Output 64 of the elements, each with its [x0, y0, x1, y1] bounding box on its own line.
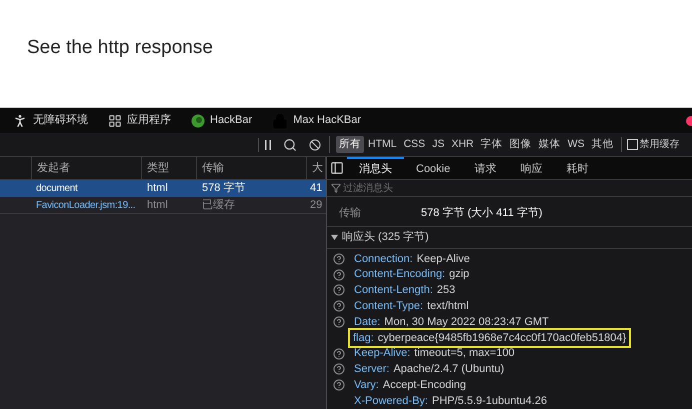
panel-toggle-icon[interactable] — [330, 161, 344, 175]
bookmark-item[interactable]: 应用程序 — [108, 112, 171, 129]
table-cell-text: 578 字节 — [201, 180, 246, 196]
filter-tab[interactable]: CSS — [400, 136, 428, 154]
section-header[interactable]: 响应头 (325 字节) — [327, 227, 692, 249]
request-row[interactable]: document html 578 字节 41 — [0, 180, 326, 197]
detail-tab[interactable]: 耗时 — [554, 157, 600, 179]
checkbox-label: 禁用缓存 — [640, 138, 680, 152]
checkbox[interactable] — [626, 139, 638, 150]
filter-tab[interactable]: HTML — [365, 136, 400, 154]
help-icon[interactable] — [333, 348, 345, 360]
detail-tab[interactable]: 响应 — [508, 157, 554, 179]
bookmark-item[interactable]: Max HacKBar — [272, 112, 362, 129]
help-icon[interactable] — [333, 284, 345, 296]
header-line: Content-Encoding: gzip — [354, 267, 470, 282]
filter-tab[interactable]: XHR — [448, 136, 477, 154]
request-row[interactable]: FaviconLoader.jsm:19... html 已缓存 29 — [0, 197, 326, 214]
table-cell-text: 41 — [309, 181, 324, 196]
bookmark-item[interactable]: 无障碍环境 — [12, 112, 88, 129]
header-line: Server: Apache/2.4.7 (Ubuntu) — [354, 362, 504, 378]
filter-field[interactable]: 过滤消息头 — [327, 180, 692, 197]
header-line: Date: Mon, 30 May 2022 08:23:47 GMT — [354, 314, 549, 330]
header-line: Keep-Alive: timeout=5, max=100 — [354, 346, 515, 362]
page-heading: See the http response — [27, 36, 214, 60]
table-cell-text: 29 — [309, 198, 324, 213]
header-line: X-Powered-By: PHP/5.5.9-1ubuntu4.26 — [354, 394, 547, 409]
table-cell-text: FaviconLoader.jsm:19... — [35, 198, 136, 212]
summary-label: 传输 — [338, 206, 362, 221]
header-line: Content-Length: 253 — [354, 283, 456, 298]
summary-value: 578 字节 (大小 411 字节) — [421, 206, 542, 221]
table-cell-text: html — [146, 181, 169, 196]
detail-tab[interactable]: 消息头 — [347, 157, 404, 179]
help-icon[interactable] — [333, 268, 345, 281]
filter-tab[interactable]: 媒体 — [536, 136, 564, 154]
column-header[interactable]: 发起者 — [32, 157, 142, 179]
help-icon[interactable] — [333, 300, 345, 312]
grid-icon — [108, 114, 122, 128]
filter-tab[interactable]: JS — [429, 136, 448, 154]
column-header[interactable]: 传输 — [197, 157, 307, 179]
filter-input[interactable]: 过滤消息头 — [343, 180, 692, 196]
filter-tab[interactable]: 图像 — [506, 136, 535, 154]
filter-tab[interactable]: 所有 — [336, 136, 364, 154]
table-cell-text: 已缓存 — [201, 198, 236, 213]
help-icon[interactable] — [333, 252, 345, 265]
detail-tab[interactable]: Cookie — [404, 157, 462, 179]
header-line: Vary: Accept-Encoding — [354, 378, 466, 394]
bookmark-item[interactable]: HackBar — [191, 112, 252, 129]
search-icon[interactable] — [283, 138, 297, 152]
filter-tab[interactable]: WS — [564, 136, 588, 154]
column-header[interactable]: 类型 — [142, 157, 197, 179]
header-line: Connection: Keep-Alive — [354, 252, 470, 267]
table-cell-text: html — [146, 198, 169, 213]
help-icon[interactable] — [333, 316, 345, 328]
detail-tab[interactable]: 请求 — [462, 157, 508, 179]
filter-tab[interactable]: 其他 — [588, 136, 617, 154]
pause-icon[interactable] — [265, 140, 271, 150]
table-cell-text: document — [35, 182, 79, 196]
help-icon[interactable] — [333, 363, 345, 376]
help-icon[interactable] — [333, 379, 345, 392]
filter-tab[interactable]: 字体 — [478, 136, 506, 154]
round-logo-icon — [191, 114, 205, 128]
header-line: Content-Type: text/html — [354, 299, 469, 314]
filter-icon — [331, 183, 341, 193]
block-icon[interactable] — [309, 138, 321, 150]
